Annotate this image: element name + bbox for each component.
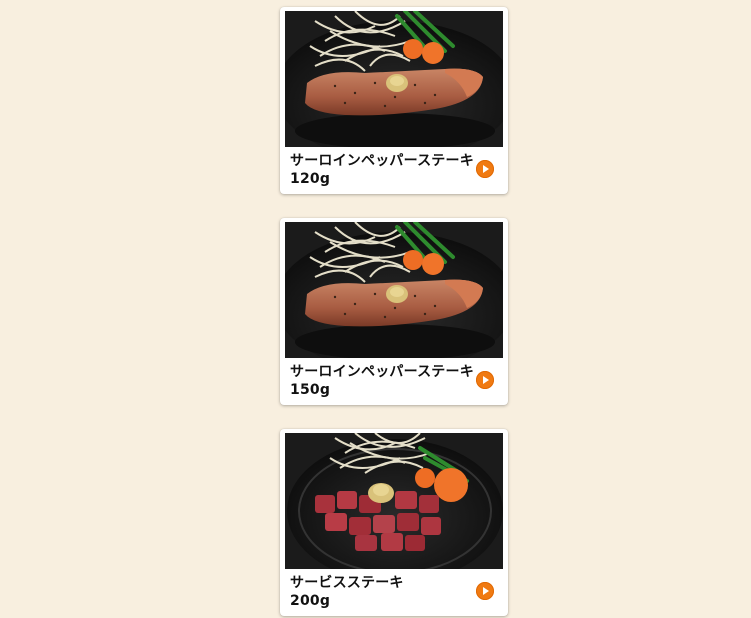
- menu-item-name: サービスステーキ: [290, 575, 404, 591]
- menu-item-title: サーロインペッパーステーキ 120g: [290, 152, 474, 188]
- menu-item-title: サービスステーキ 200g: [290, 574, 470, 610]
- menu-item-name: サーロインペッパーステーキ: [290, 364, 474, 380]
- menu-item-weight: 120g: [290, 171, 331, 187]
- chevron-right-circle-icon[interactable]: [476, 371, 494, 389]
- menu-item-weight: 150g: [290, 382, 331, 398]
- menu-card-sirloin-120g[interactable]: サーロインペッパーステーキ 120g: [280, 7, 508, 194]
- cubed-steak-photo: [285, 433, 503, 569]
- menu-card-sirloin-150g[interactable]: サーロインペッパーステーキ 150g: [280, 218, 508, 405]
- menu-item-title: サーロインペッパーステーキ 150g: [290, 363, 474, 399]
- menu-item-name: サーロインペッパーステーキ: [290, 153, 474, 169]
- sirloin-steak-photo: [285, 11, 503, 147]
- sirloin-steak-photo: [285, 222, 503, 358]
- menu-item-weight: 200g: [290, 593, 331, 609]
- chevron-right-circle-icon[interactable]: [476, 582, 494, 600]
- menu-card-service-200g[interactable]: サービスステーキ 200g: [280, 429, 508, 616]
- chevron-right-circle-icon[interactable]: [476, 160, 494, 178]
